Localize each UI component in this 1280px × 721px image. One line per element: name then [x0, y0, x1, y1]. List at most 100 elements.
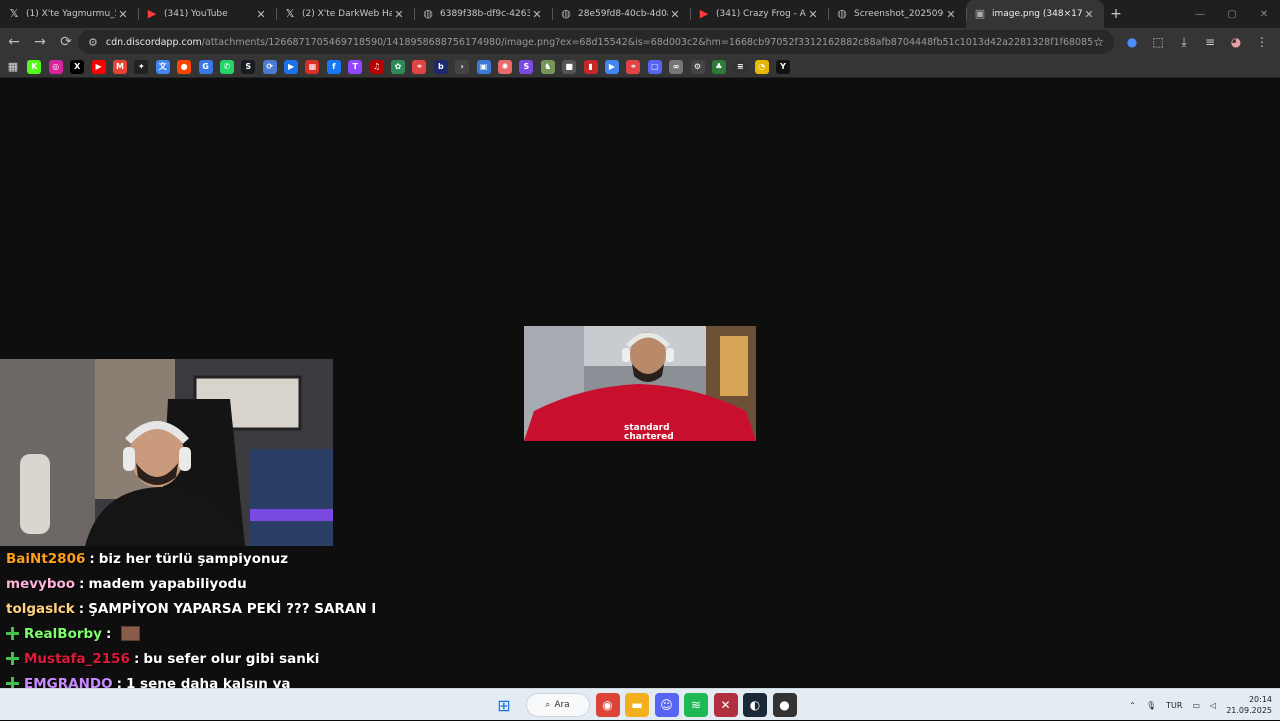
close-tab-icon[interactable]: ✕ [944, 8, 958, 21]
youtube-icon[interactable]: ▶ [91, 59, 106, 74]
url-text[interactable]: cdn.discordapp.com/attachments/126687170… [106, 37, 1093, 48]
close-tab-icon[interactable]: ✕ [392, 8, 406, 21]
chain-icon[interactable]: ∞ [669, 59, 684, 74]
chatgpt-icon[interactable]: ✦ [134, 59, 149, 74]
x-logo-icon[interactable]: X [70, 59, 85, 74]
chess-icon[interactable]: ♞ [540, 59, 555, 74]
download-icon[interactable]: ⤓ [1172, 35, 1196, 50]
sync-icon[interactable]: ⟳ [262, 59, 277, 74]
chat-username: tolgaslck [6, 600, 75, 617]
clock[interactable]: 20:14 21.09.2025 [1226, 694, 1272, 716]
tab-strip: 𝕏(1) X'te Yagmurmu_5: "Yi✕▶(341) YouTube… [0, 0, 1280, 28]
page-content: standard chartered BaiNt2806: biz her tür… [0, 79, 1280, 717]
forward-icon[interactable]: → [28, 30, 52, 54]
globe-icon: ◍ [561, 7, 571, 20]
badge-icon[interactable]: Y [776, 59, 791, 74]
image-icon[interactable]: ▣ [476, 59, 491, 74]
s-icon[interactable]: S [519, 59, 534, 74]
gear-icon[interactable]: ⚙ [690, 59, 705, 74]
instagram-icon[interactable]: ◎ [48, 59, 63, 74]
bookmark-star-icon[interactable]: ☆ [1093, 35, 1104, 49]
network-icon[interactable]: ▭ [1192, 701, 1200, 710]
lastfm-icon[interactable]: ♫ [369, 59, 384, 74]
chrome-icon[interactable]: ◉ [595, 693, 620, 717]
site-info-icon[interactable]: ⚙ [88, 36, 98, 49]
tab-2[interactable]: 𝕏 (2) X'te DarkWeb Haber: "✕ [276, 0, 414, 28]
link-icon[interactable]: ⚭ [626, 59, 641, 74]
file-explorer-icon[interactable]: ▬ [625, 693, 649, 717]
apps-grid-icon[interactable]: ▦ [6, 60, 20, 74]
google-translate-icon[interactable]: G [198, 59, 213, 74]
translate-icon[interactable]: 文 [155, 59, 170, 74]
system-tray: ⌃ 🎙 TUR ▭ ◁ 20:14 21.09.2025 [1119, 689, 1272, 721]
address-bar[interactable]: ⚙ cdn.discordapp.com/attachments/1266871… [78, 30, 1114, 54]
leaf-icon[interactable]: ✿ [391, 59, 406, 74]
tab-3[interactable]: ◍ 6389f38b-df9c-4263-976✕ [414, 0, 552, 28]
close-tab-icon[interactable]: ✕ [254, 8, 268, 21]
minimize-icon[interactable]: — [1184, 0, 1216, 28]
pacman-icon[interactable]: ◔ [754, 59, 769, 74]
whatsapp-icon[interactable]: ✆ [219, 59, 234, 74]
close-tab-icon[interactable]: ✕ [530, 8, 544, 21]
box-icon[interactable]: ■ [562, 59, 577, 74]
app-icon[interactable]: ● [772, 693, 797, 717]
close-tab-icon[interactable]: ✕ [668, 8, 682, 21]
x-logo-icon: 𝕏 [285, 7, 295, 20]
spotify-icon[interactable]: ≋ [684, 693, 708, 717]
tree-icon[interactable]: ♣ [711, 59, 726, 74]
emote-image [121, 626, 141, 641]
maximize-icon[interactable]: ▢ [1216, 0, 1248, 28]
steam-icon[interactable]: ◐ [743, 693, 767, 717]
play-icon[interactable]: ▶ [284, 59, 299, 74]
start-windows-icon[interactable]: ⊞ [492, 693, 516, 717]
terminal-icon[interactable]: › [455, 59, 470, 74]
windows-taskbar: ⊞ ⌕ Ara ◉ ▬ ☺ ≋ ✕ ◐ ● ⌃ 🎙 TUR ▭ ◁ 20:14 21.09.2… [0, 688, 1280, 720]
play-circle-icon[interactable]: ▶ [604, 59, 619, 74]
tab-5[interactable]: ▶ (341) Crazy Frog - Axel F✕ [690, 0, 828, 28]
tab-label: (341) YouTube [164, 9, 228, 19]
microphone-icon[interactable]: 🎙 [1146, 701, 1156, 710]
bubble-icon[interactable]: ▢ [647, 59, 662, 74]
close-tab-icon[interactable]: ✕ [1082, 8, 1096, 21]
kick-icon[interactable]: K [27, 59, 42, 74]
reading-list-icon[interactable]: ≡ [1198, 35, 1222, 49]
calendar-icon[interactable]: ▦ [305, 59, 320, 74]
facebook-icon[interactable]: f [326, 59, 341, 74]
close-tab-icon[interactable]: ✕ [806, 8, 820, 21]
close-window-icon[interactable]: ✕ [1248, 0, 1280, 28]
twitch-icon[interactable]: T [348, 59, 363, 74]
stats-icon[interactable]: ▮ [583, 59, 598, 74]
chat-message: Mustafa_2156: bu sefer olur gibi sanki [0, 646, 340, 671]
profile-avatar[interactable]: ◕ [1224, 35, 1248, 49]
language-indicator[interactable]: TUR [1166, 701, 1182, 710]
chat-separator: : [78, 600, 85, 617]
tab-1[interactable]: ▶ (341) YouTube ✕ [138, 0, 276, 28]
volume-icon[interactable]: ◁ [1210, 701, 1216, 710]
tab-6[interactable]: ◍ Screenshot_20250904-16✕ [828, 0, 966, 28]
puzzle-icon[interactable]: ⬚ [1146, 35, 1170, 49]
terminal-icon[interactable]: ✕ [713, 693, 738, 717]
window-controls: — ▢ ✕ [1184, 0, 1280, 28]
chevron-up-icon[interactable]: ⌃ [1129, 701, 1136, 710]
steam-icon[interactable]: S [241, 59, 256, 74]
new-tab-button[interactable]: + [1104, 0, 1128, 28]
taskbar-search[interactable]: ⌕ Ara [525, 693, 590, 717]
extension-icon[interactable]: ● [1120, 35, 1144, 49]
reddit-icon[interactable]: ● [177, 59, 192, 74]
layers-icon[interactable]: ≡ [733, 59, 748, 74]
link-icon[interactable]: ⚭ [412, 59, 427, 74]
chat-message: RealBorby: [0, 621, 340, 646]
reload-icon[interactable]: ⟳ [54, 30, 78, 54]
b-icon[interactable]: b [433, 59, 448, 74]
menu-icon[interactable]: ⋮ [1250, 35, 1274, 49]
chat-username: RealBorby [24, 625, 102, 642]
back-icon[interactable]: ← [2, 30, 26, 54]
discord-icon[interactable]: ☺ [654, 693, 679, 717]
tab-7[interactable]: ▣ image.png (348×173) ✕ [966, 0, 1104, 28]
tab-0[interactable]: 𝕏 (1) X'te Yagmurmu_5: "Yi✕ [0, 0, 138, 28]
gmail-icon[interactable]: M [112, 59, 127, 74]
close-tab-icon[interactable]: ✕ [116, 8, 130, 21]
clock-date: 21.09.2025 [1226, 706, 1272, 715]
brain-icon[interactable]: ✺ [497, 59, 512, 74]
tab-4[interactable]: ◍ 28e59fd8-40cb-4d0a-83c✕ [552, 0, 690, 28]
